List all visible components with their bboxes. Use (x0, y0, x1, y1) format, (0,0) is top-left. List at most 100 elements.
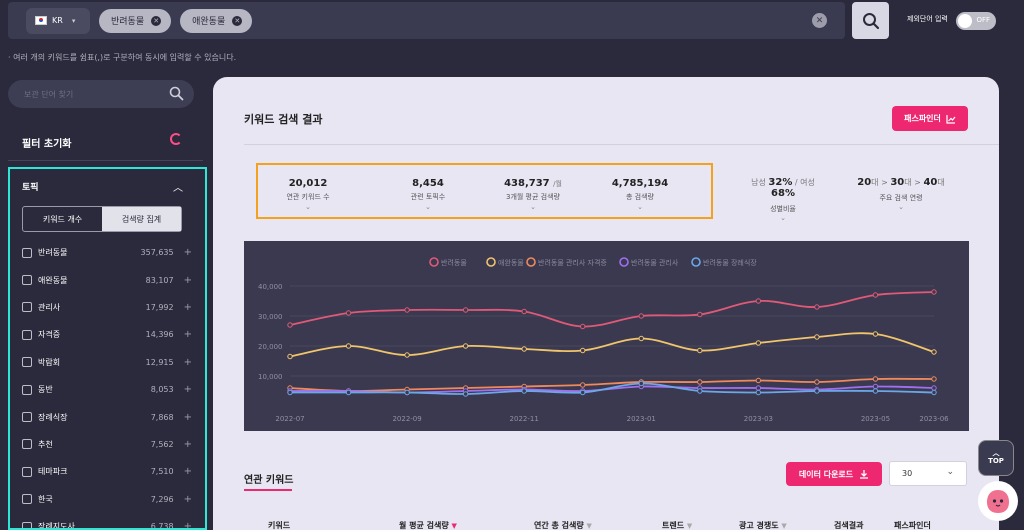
stat-item[interactable]: 20,012 연관 키워드 수 ⌄ (258, 165, 358, 211)
scroll-top-button[interactable]: ︿ TOP (978, 440, 1014, 476)
data-point[interactable] (931, 349, 937, 355)
add-icon[interactable]: + (184, 412, 192, 423)
add-icon[interactable]: + (184, 384, 192, 395)
topic-item[interactable]: 관리사 17,992 + (22, 294, 192, 321)
topic-item[interactable]: 테마파크 7,510 + (22, 458, 192, 485)
data-point[interactable] (404, 307, 410, 313)
data-point[interactable] (404, 352, 410, 358)
topic-item[interactable]: 장례식장 7,868 + (22, 403, 192, 430)
country-select[interactable]: KR ▾ (26, 7, 90, 34)
topic-checkbox[interactable] (22, 357, 32, 368)
topic-item[interactable]: 추천 7,562 + (22, 431, 192, 458)
data-point[interactable] (872, 388, 879, 394)
search-volume-tab[interactable]: 검색량 집계 (102, 207, 181, 231)
topic-checkbox[interactable] (22, 302, 32, 313)
data-point[interactable] (755, 298, 762, 304)
topic-item[interactable]: 동반 8,053 + (22, 376, 192, 403)
data-point[interactable] (580, 323, 586, 330)
stat-item[interactable]: 4,785,194 총 검색량 ⌄ (590, 165, 690, 211)
search-button[interactable] (852, 2, 889, 39)
column-header[interactable]: 연간 총 검색량 ▼ (534, 520, 592, 530)
chip-remove-icon[interactable]: ✕ (232, 15, 243, 26)
data-point[interactable] (580, 389, 586, 396)
gender-ratio[interactable]: 남성 32% / 여성 68% 성별비율 ⌄ (738, 177, 828, 222)
data-point[interactable] (287, 353, 293, 360)
topic-checkbox[interactable] (22, 329, 32, 340)
data-point[interactable] (345, 389, 352, 396)
legend-label[interactable]: 반려동물 (441, 258, 467, 267)
data-point[interactable] (872, 292, 879, 298)
topic-checkbox[interactable] (22, 439, 32, 450)
data-point[interactable] (521, 388, 527, 394)
data-point[interactable] (462, 391, 469, 397)
data-point[interactable] (931, 376, 937, 382)
keyword-count-tab[interactable]: 키워드 개수 (23, 207, 102, 231)
legend-label[interactable]: 반려동물 장례식장 (703, 258, 757, 267)
topic-search-input[interactable]: 보관 단어 찾기 (8, 80, 194, 108)
data-point[interactable] (638, 313, 644, 319)
data-point[interactable] (521, 346, 527, 352)
main-age-groups[interactable]: 20대 > 30대 > 40대 주요 검색 연령 ⌄ (856, 177, 946, 211)
topic-item[interactable]: 자격증 14,396 + (22, 321, 192, 348)
search-icon[interactable] (169, 86, 184, 101)
chat-button[interactable] (978, 481, 1018, 521)
data-point[interactable] (580, 347, 586, 354)
chevron-up-icon[interactable]: ︿ (173, 179, 183, 194)
data-point[interactable] (814, 379, 820, 385)
add-icon[interactable]: + (184, 466, 192, 477)
data-point[interactable] (931, 289, 937, 295)
data-point[interactable] (697, 388, 703, 394)
data-point[interactable] (697, 379, 703, 385)
topic-item[interactable]: 한국 7,296 + (22, 486, 192, 513)
add-icon[interactable]: + (184, 302, 192, 313)
add-icon[interactable]: + (184, 329, 192, 340)
topic-item[interactable]: 장례지도사 6,738 + (22, 513, 192, 528)
pathfinder-button[interactable]: 패스파인더 (892, 106, 968, 131)
page-size-select[interactable]: 30 ⌄ (889, 461, 967, 486)
refresh-icon[interactable] (170, 133, 182, 145)
data-point[interactable] (287, 389, 293, 396)
data-point[interactable] (638, 380, 644, 387)
data-point[interactable] (638, 335, 644, 342)
stat-item[interactable]: 8,454 관련 토픽수 ⌄ (378, 165, 478, 211)
column-header[interactable]: 패스파인더 (894, 520, 931, 530)
data-point[interactable] (814, 388, 820, 394)
column-header[interactable]: 트렌드 ▼ (662, 520, 692, 530)
legend-label[interactable]: 애완동물 (498, 258, 524, 267)
add-icon[interactable]: + (184, 494, 192, 505)
keyword-chip[interactable]: 반려동물 ✕ (99, 8, 172, 33)
data-download-button[interactable]: 데이터 다운로드 (786, 462, 882, 486)
data-point[interactable] (755, 340, 762, 346)
topic-checkbox[interactable] (22, 494, 32, 505)
legend-label[interactable]: 반려동물 관리사 (631, 258, 679, 267)
data-point[interactable] (697, 311, 703, 318)
data-point[interactable] (872, 331, 879, 337)
data-point[interactable] (287, 322, 293, 328)
add-icon[interactable]: + (184, 521, 192, 528)
data-point[interactable] (697, 347, 703, 354)
keyword-chip[interactable]: 애완동물 ✕ (180, 8, 253, 33)
data-point[interactable] (404, 389, 410, 396)
data-point[interactable] (755, 377, 762, 384)
data-point[interactable] (521, 308, 527, 315)
topic-checkbox[interactable] (22, 412, 32, 423)
data-point[interactable] (462, 343, 469, 349)
data-point[interactable] (580, 382, 586, 388)
legend-label[interactable]: 반려동물 관리사 자격증 (538, 258, 607, 267)
topic-item[interactable]: 반려동물 357,635 + (22, 239, 192, 266)
add-icon[interactable]: + (184, 439, 192, 450)
topic-checkbox[interactable] (22, 384, 32, 395)
column-header[interactable]: 광고 경쟁도 ▼ (739, 520, 787, 530)
column-header[interactable]: 검색결과 (834, 520, 863, 530)
data-point[interactable] (872, 383, 879, 390)
data-point[interactable] (755, 389, 762, 396)
data-point[interactable] (931, 385, 937, 391)
data-point[interactable] (814, 304, 820, 310)
data-point[interactable] (755, 385, 762, 391)
topic-checkbox[interactable] (22, 247, 32, 258)
topic-checkbox[interactable] (22, 521, 32, 528)
stat-item[interactable]: 438,737 /월 3개월 평균 검색량 ⌄ (483, 165, 583, 211)
data-point[interactable] (345, 343, 352, 349)
clear-all-icon[interactable]: ✕ (812, 13, 827, 28)
topic-checkbox[interactable] (22, 466, 32, 477)
